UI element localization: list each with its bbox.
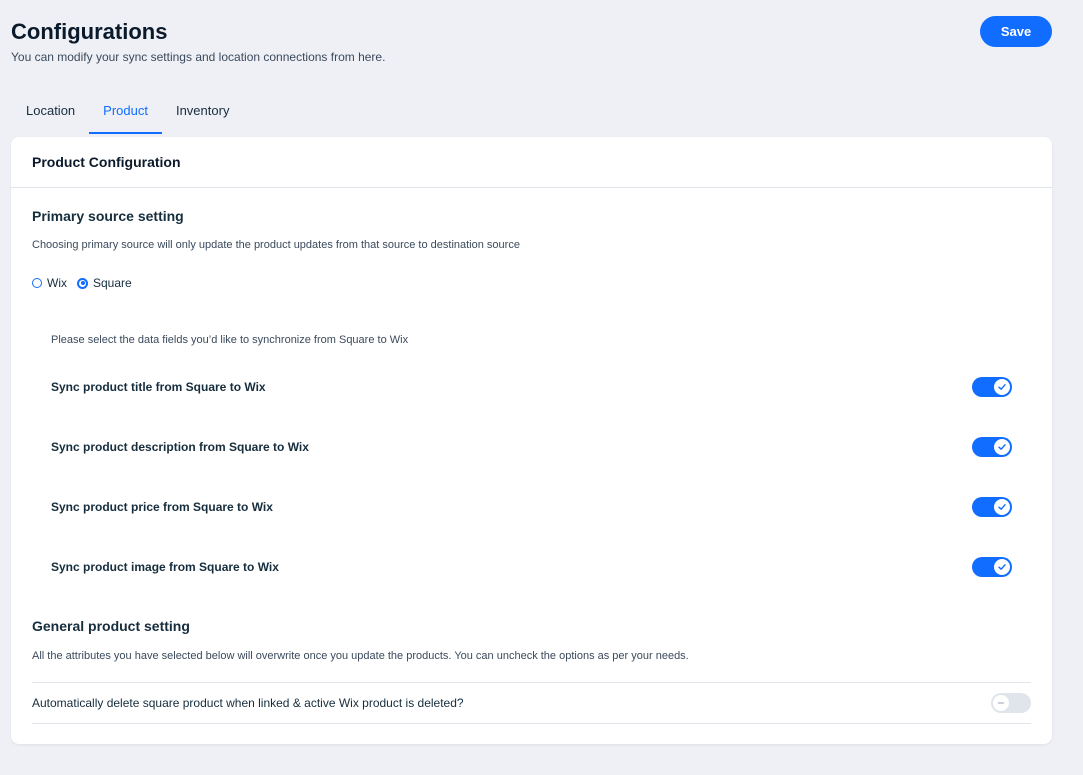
auto-delete-toggle[interactable] — [991, 693, 1031, 713]
sync-row-description: Sync product description from Square to … — [51, 435, 1012, 459]
sync-row-title: Sync product title from Square to Wix — [51, 375, 1012, 399]
page-title: Configurations — [11, 19, 168, 44]
card-title: Product Configuration — [32, 154, 181, 170]
sync-image-toggle[interactable] — [972, 557, 1012, 577]
divider — [32, 723, 1031, 724]
radio-square[interactable]: Square — [77, 276, 132, 290]
primary-source-description: Choosing primary source will only update… — [32, 239, 520, 251]
product-configuration-card: Product Configuration Primary source set… — [11, 137, 1052, 744]
primary-source-title: Primary source setting — [32, 208, 184, 224]
check-icon — [994, 559, 1010, 575]
sync-price-label: Sync product price from Square to Wix — [51, 500, 273, 514]
sync-title-label: Sync product title from Square to Wix — [51, 380, 266, 394]
tab-inventory[interactable]: Inventory — [162, 94, 243, 134]
check-icon — [994, 439, 1010, 455]
card-header: Product Configuration — [11, 137, 1052, 188]
sync-title-toggle[interactable] — [972, 377, 1012, 397]
sync-row-image: Sync product image from Square to Wix — [51, 555, 1012, 579]
tab-bar: Location Product Inventory — [12, 94, 243, 134]
save-button[interactable]: Save — [980, 16, 1052, 47]
sync-description-toggle[interactable] — [972, 437, 1012, 457]
tab-product[interactable]: Product — [89, 94, 162, 134]
sync-description-label: Sync product description from Square to … — [51, 440, 309, 454]
radio-wix-label: Wix — [47, 276, 67, 290]
radio-square-circle[interactable] — [77, 277, 88, 289]
primary-source-radio-group: Wix Square — [32, 276, 142, 290]
radio-wix[interactable]: Wix — [32, 276, 67, 290]
auto-delete-row: Automatically delete square product when… — [32, 683, 1031, 723]
page-subtitle: You can modify your sync settings and lo… — [11, 50, 386, 64]
radio-wix-circle[interactable] — [32, 278, 42, 288]
auto-delete-label: Automatically delete square product when… — [32, 696, 464, 710]
sync-row-price: Sync product price from Square to Wix — [51, 495, 1012, 519]
page-header: Configurations You can modify your sync … — [11, 18, 385, 64]
general-setting-description: All the attributes you have selected bel… — [32, 650, 689, 662]
tab-location[interactable]: Location — [12, 94, 89, 134]
sync-fields-description: Please select the data fields you’d like… — [51, 334, 409, 346]
check-icon — [994, 379, 1010, 395]
radio-square-label: Square — [93, 276, 132, 290]
general-setting-title: General product setting — [32, 618, 190, 634]
sync-image-label: Sync product image from Square to Wix — [51, 560, 279, 574]
sync-price-toggle[interactable] — [972, 497, 1012, 517]
check-icon — [994, 499, 1010, 515]
minus-icon — [993, 695, 1009, 711]
